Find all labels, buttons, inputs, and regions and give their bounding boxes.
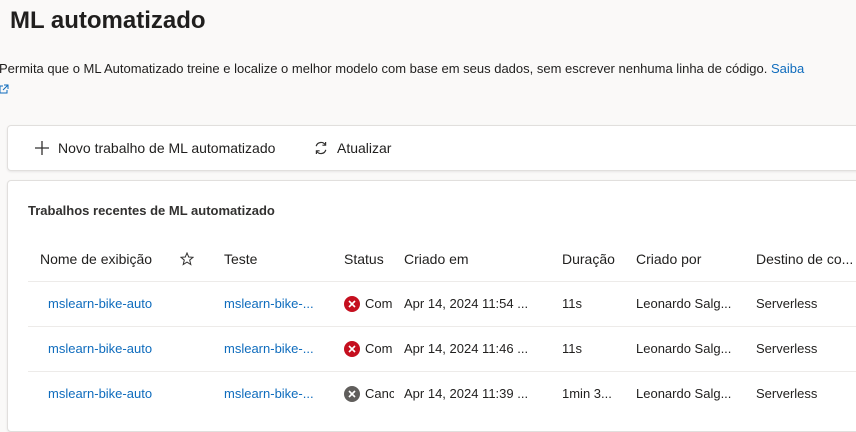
new-automl-job-label: Novo trabalho de ML automatizado xyxy=(58,140,276,156)
plus-icon xyxy=(35,141,49,155)
status-cell: Com xyxy=(344,327,394,371)
status-cell: Com xyxy=(344,282,394,326)
recent-jobs-panel: Trabalhos recentes de ML automatizado No… xyxy=(7,180,856,432)
column-header-display-name[interactable]: Nome de exibição xyxy=(40,251,152,267)
recent-jobs-title: Trabalhos recentes de ML automatizado xyxy=(28,203,275,218)
column-header-duration[interactable]: Duração xyxy=(562,251,615,267)
display-name-link[interactable]: mslearn-bike-auto xyxy=(48,327,160,371)
experiment-link[interactable]: mslearn-bike-... xyxy=(224,327,324,371)
status-text: Com xyxy=(365,296,393,311)
page-title: ML automatizado xyxy=(10,7,206,34)
table-row[interactable]: mslearn-bike-auto mslearn-bike-... Com Apr … xyxy=(28,326,856,371)
compute-target-text: Serverless xyxy=(756,341,818,356)
duration-text: 11s xyxy=(562,296,582,311)
command-bar: Novo trabalho de ML automatizado Atualiz… xyxy=(7,125,856,171)
column-header-experiment[interactable]: Teste xyxy=(224,251,257,267)
created-by-text: Leonardo Salg... xyxy=(636,386,732,401)
column-header-status[interactable]: Status xyxy=(344,251,384,267)
error-circle-icon xyxy=(344,341,360,357)
learn-more-link[interactable]: Saiba xyxy=(771,61,804,76)
created-by-text: Leonardo Salg... xyxy=(636,341,732,356)
external-link-icon[interactable] xyxy=(0,83,10,95)
column-header-created-on[interactable]: Criado em xyxy=(404,251,469,267)
status-text: Canc xyxy=(365,386,394,401)
duration-text: 1min 3... xyxy=(562,386,612,401)
duration-text: 11s xyxy=(562,341,582,356)
display-name-link[interactable]: mslearn-bike-auto xyxy=(48,372,160,416)
column-header-created-by[interactable]: Criado por xyxy=(636,251,701,267)
cancel-circle-icon xyxy=(344,386,360,402)
table-row[interactable]: mslearn-bike-auto mslearn-bike-... Canc Apr… xyxy=(28,371,856,416)
compute-target-text: Serverless xyxy=(756,386,818,401)
column-header-compute-target[interactable]: Destino de co... xyxy=(756,251,853,267)
display-name-link[interactable]: mslearn-bike-auto xyxy=(48,282,160,326)
refresh-icon xyxy=(315,141,327,155)
description-text: Permita que o ML Automatizado treine e l… xyxy=(0,61,768,76)
refresh-label: Atualizar xyxy=(337,140,392,156)
refresh-button[interactable]: Atualizar xyxy=(313,126,391,170)
star-icon[interactable] xyxy=(180,252,194,266)
created-by-text: Leonardo Salg... xyxy=(636,296,732,311)
status-text: Com xyxy=(365,341,393,356)
compute-target-text: Serverless xyxy=(756,296,818,311)
error-circle-icon xyxy=(344,296,360,312)
table-row[interactable]: mslearn-bike-auto mslearn-bike-... Com Apr … xyxy=(28,281,856,326)
status-cell: Canc xyxy=(344,372,394,416)
new-automl-job-button[interactable]: Novo trabalho de ML automatizado xyxy=(34,126,275,170)
experiment-link[interactable]: mslearn-bike-... xyxy=(224,282,324,326)
created-on-text: Apr 14, 2024 11:54 ... xyxy=(404,296,529,311)
experiment-link[interactable]: mslearn-bike-... xyxy=(224,372,324,416)
created-on-text: Apr 14, 2024 11:46 ... xyxy=(404,341,529,356)
created-on-text: Apr 14, 2024 11:39 ... xyxy=(404,386,529,401)
page-description: Permita que o ML Automatizado treine e l… xyxy=(0,60,804,78)
